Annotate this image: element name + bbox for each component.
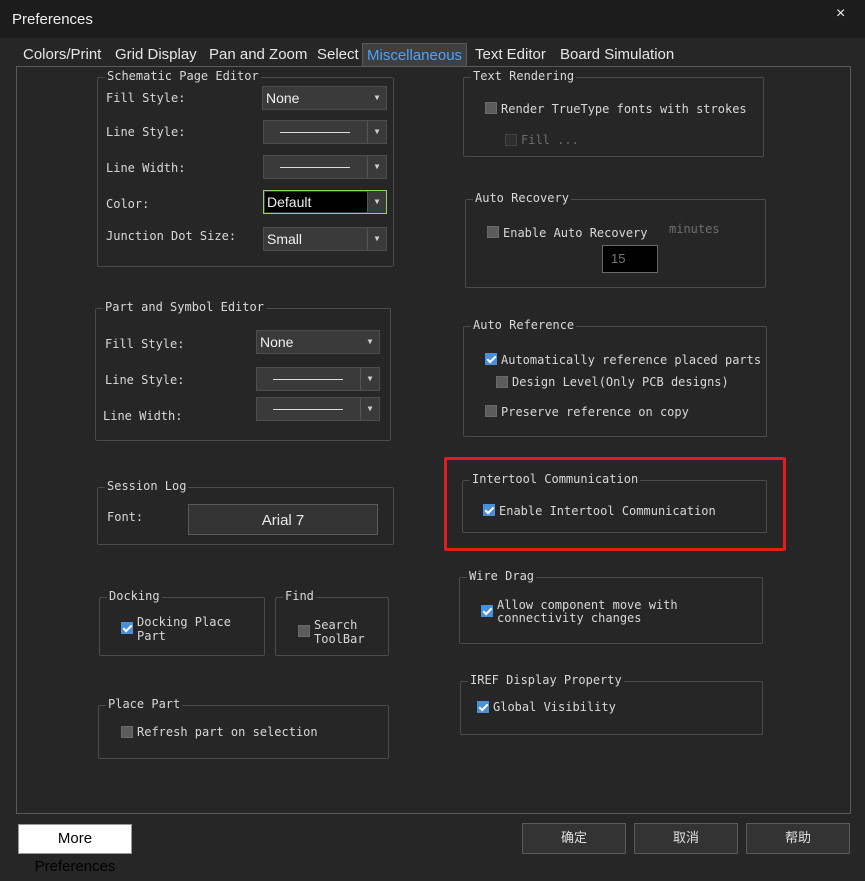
part-line-width-dropdown[interactable]: ▼ <box>256 397 380 421</box>
line-style-dropdown[interactable]: ▼ <box>263 120 387 144</box>
docking-place-part-checkbox[interactable] <box>121 622 133 634</box>
tab-text-editor[interactable]: Text Editor <box>471 44 550 66</box>
color-dropdown[interactable]: Default ▼ <box>263 190 387 214</box>
tab-board-simulation[interactable]: Board Simulation <box>556 44 678 66</box>
preserve-reference-checkbox[interactable] <box>485 405 497 417</box>
auto-reference-label: Automatically reference placed parts <box>501 353 762 367</box>
enable-auto-recovery-label: Enable Auto Recovery <box>503 226 648 240</box>
font-button[interactable]: Arial 7 <box>188 504 378 535</box>
render-truetype-checkbox[interactable] <box>485 102 497 114</box>
chevron-down-icon: ▼ <box>374 93 380 102</box>
group-title: Wire Drag <box>467 569 537 583</box>
close-icon[interactable]: × <box>836 5 845 23</box>
chevron-down-icon: ▼ <box>367 156 386 178</box>
line-width-label: Line Width: <box>106 161 186 175</box>
search-toolbar-label: Search ToolBar <box>314 618 365 646</box>
color-label: Color: <box>106 197 150 211</box>
line-width-dropdown[interactable]: ▼ <box>263 155 387 179</box>
line-sample <box>273 379 343 380</box>
group-title: Find <box>283 589 316 603</box>
window-title: Preferences <box>12 11 93 28</box>
junction-dot-size-label: Junction Dot Size: <box>106 229 237 243</box>
part-fill-style-label: Fill Style: <box>105 337 185 351</box>
fill-style-dropdown[interactable]: None ▼ <box>262 86 387 110</box>
highlight-box <box>444 457 786 551</box>
chevron-down-icon: ▼ <box>367 121 386 143</box>
junction-dot-size-dropdown[interactable]: Small ▼ <box>263 227 387 251</box>
design-level-checkbox[interactable] <box>496 376 508 388</box>
tab-miscellaneous[interactable]: Miscellaneous <box>362 43 468 68</box>
global-visibility-label: Global Visibility <box>493 700 616 714</box>
tab-colors-print[interactable]: Colors/Print <box>19 44 105 66</box>
minutes-label: minutes <box>669 222 720 236</box>
line-sample <box>280 132 350 133</box>
chevron-down-icon: ▼ <box>367 228 386 250</box>
group-title: Docking <box>107 589 162 603</box>
part-line-style-label: Line Style: <box>105 373 185 387</box>
group-title: Auto Reference <box>471 318 577 332</box>
group-title: Session Log <box>105 479 189 493</box>
preserve-reference-label: Preserve reference on copy <box>501 405 689 419</box>
search-toolbar-checkbox[interactable] <box>298 625 310 637</box>
render-truetype-label: Render TrueType fonts with strokes <box>501 102 747 116</box>
title-bar <box>0 0 865 38</box>
fill-checkbox[interactable] <box>505 134 517 146</box>
refresh-part-checkbox[interactable] <box>121 726 133 738</box>
group-title: Auto Recovery <box>473 191 571 205</box>
line-sample <box>273 409 343 410</box>
refresh-part-label: Refresh part on selection <box>137 725 318 739</box>
chevron-down-icon: ▼ <box>367 337 373 346</box>
part-fill-style-dropdown[interactable]: None ▼ <box>256 330 380 354</box>
tab-pan-and-zoom[interactable]: Pan and Zoom <box>205 44 311 66</box>
fill-label: Fill ... <box>521 133 579 147</box>
recovery-minutes-input[interactable]: 15 <box>602 245 658 273</box>
group-title: Text Rendering <box>471 69 577 83</box>
allow-component-move-label: Allow component move with <box>497 598 678 612</box>
part-line-width-label: Line Width: <box>103 409 183 423</box>
line-sample <box>280 167 350 168</box>
dropdown-value: None <box>266 90 300 106</box>
tab-grid-display[interactable]: Grid Display <box>111 44 201 66</box>
group-title: Schematic Page Editor <box>105 69 261 83</box>
part-line-style-dropdown[interactable]: ▼ <box>256 367 380 391</box>
auto-reference-checkbox[interactable] <box>485 353 497 365</box>
dropdown-value: Small <box>267 231 303 247</box>
fill-style-label: Fill Style: <box>106 91 186 105</box>
chevron-down-icon: ▼ <box>360 368 379 390</box>
cancel-button[interactable]: 取消 <box>634 823 738 854</box>
tab-select[interactable]: Select <box>313 44 363 66</box>
ok-button[interactable]: 确定 <box>522 823 626 854</box>
allow-component-move-label-2: connectivity changes <box>497 611 642 625</box>
chevron-down-icon: ▼ <box>367 191 386 213</box>
design-level-label: Design Level(Only PCB designs) <box>512 375 729 389</box>
help-button[interactable]: 帮助 <box>746 823 850 854</box>
group-title: IREF Display Property <box>468 673 624 687</box>
enable-auto-recovery-checkbox[interactable] <box>487 226 499 238</box>
docking-place-part-label: Docking Place Part <box>137 615 231 643</box>
font-label: Font: <box>107 510 144 524</box>
dropdown-value: None <box>260 334 294 350</box>
allow-component-move-checkbox[interactable] <box>481 605 493 617</box>
auto-recovery-group: Auto Recovery <box>465 191 766 288</box>
dropdown-value: Default <box>267 194 312 210</box>
group-title: Place Part <box>106 697 183 711</box>
line-style-label: Line Style: <box>106 125 186 139</box>
group-title: Part and Symbol Editor <box>103 300 266 314</box>
chevron-down-icon: ▼ <box>360 398 379 420</box>
more-preferences-button[interactable]: More Preferences <box>18 824 132 875</box>
global-visibility-checkbox[interactable] <box>477 701 489 713</box>
